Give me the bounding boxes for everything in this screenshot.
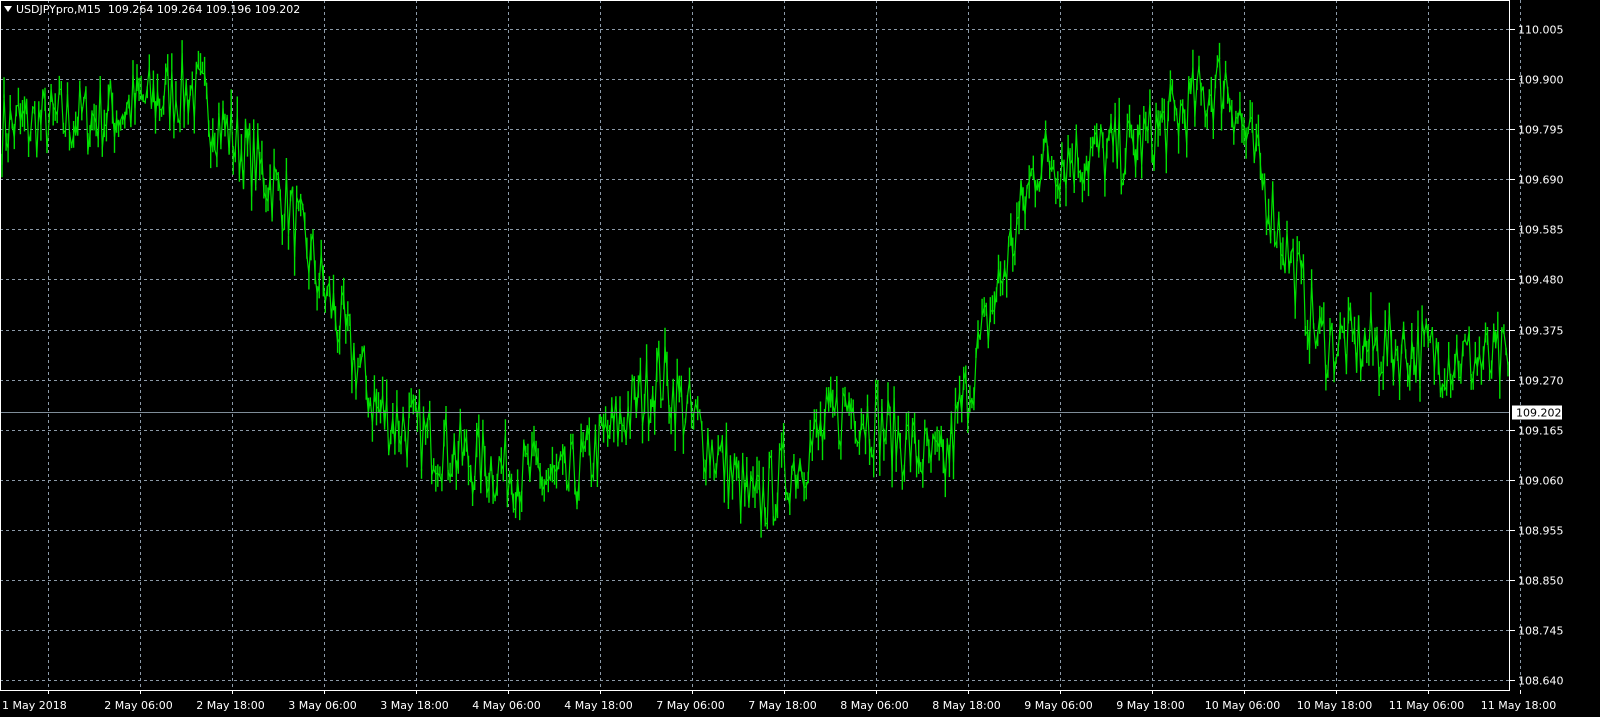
x-tick-label: 2 May 06:00 <box>104 699 172 712</box>
x-tick-label: 8 May 18:00 <box>932 699 1000 712</box>
y-tick-label: 109.480 <box>1518 274 1564 287</box>
y-tick-label: 109.690 <box>1518 174 1564 187</box>
y-tick-label: 108.955 <box>1518 525 1564 538</box>
x-tick-label: 11 May 06:00 <box>1389 699 1464 712</box>
x-tick-label: 7 May 06:00 <box>656 699 724 712</box>
x-tick-label: 4 May 18:00 <box>564 699 632 712</box>
y-tick-label: 110.005 <box>1518 24 1564 37</box>
chart-canvas[interactable]: 110.005 109.900 109.795 109.690 109.585 109.4… <box>0 0 1600 713</box>
y-tick-label: 109.375 <box>1518 325 1564 338</box>
x-tick-label: 10 May 06:00 <box>1205 699 1280 712</box>
x-tick-label: 2 May 18:00 <box>196 699 264 712</box>
grid <box>0 0 1521 690</box>
y-tick-label: 109.795 <box>1518 124 1564 137</box>
y-tick-label: 109.585 <box>1518 224 1564 237</box>
y-tick-label: 109.060 <box>1518 475 1564 488</box>
y-tick-label: 109.270 <box>1518 375 1564 388</box>
x-tick-label: 8 May 06:00 <box>840 699 908 712</box>
plot-frame <box>0 0 1510 691</box>
x-tick-label: 11 May 18:00 <box>1481 699 1556 712</box>
price-line <box>1 52 1509 526</box>
y-tick-label: 109.165 <box>1518 425 1564 438</box>
x-tick-label: 9 May 18:00 <box>1116 699 1184 712</box>
x-tick-label: 9 May 06:00 <box>1024 699 1092 712</box>
x-tick-label: 1 May 2018 <box>2 699 67 712</box>
y-tick-label: 108.850 <box>1518 575 1564 588</box>
price-series <box>0 40 1510 538</box>
x-tick-label: 3 May 06:00 <box>288 699 356 712</box>
y-tick-label: 109.900 <box>1518 74 1564 87</box>
x-tick-label: 4 May 06:00 <box>472 699 540 712</box>
y-tick-label: 108.745 <box>1518 625 1564 638</box>
y-tick-label: 108.640 <box>1518 675 1564 688</box>
price-bars <box>1 40 1509 538</box>
x-tick-label: 7 May 18:00 <box>748 699 816 712</box>
price-chart[interactable]: 110.005 109.900 109.795 109.690 109.585 109.4… <box>0 0 1600 713</box>
ohlc-values: 109.264 109.264 109.196 109.202 <box>107 3 301 16</box>
chart-header: USDJPYpro,M15 109.264 109.264 109.196 10… <box>4 3 300 16</box>
symbol-label: USDJPYpro,M15 <box>16 3 101 16</box>
x-tick-label: 10 May 18:00 <box>1297 699 1372 712</box>
current-price-label: 109.202 <box>1516 407 1562 420</box>
dropdown-triangle-icon[interactable] <box>4 6 12 12</box>
x-tick-label: 3 May 18:00 <box>380 699 448 712</box>
